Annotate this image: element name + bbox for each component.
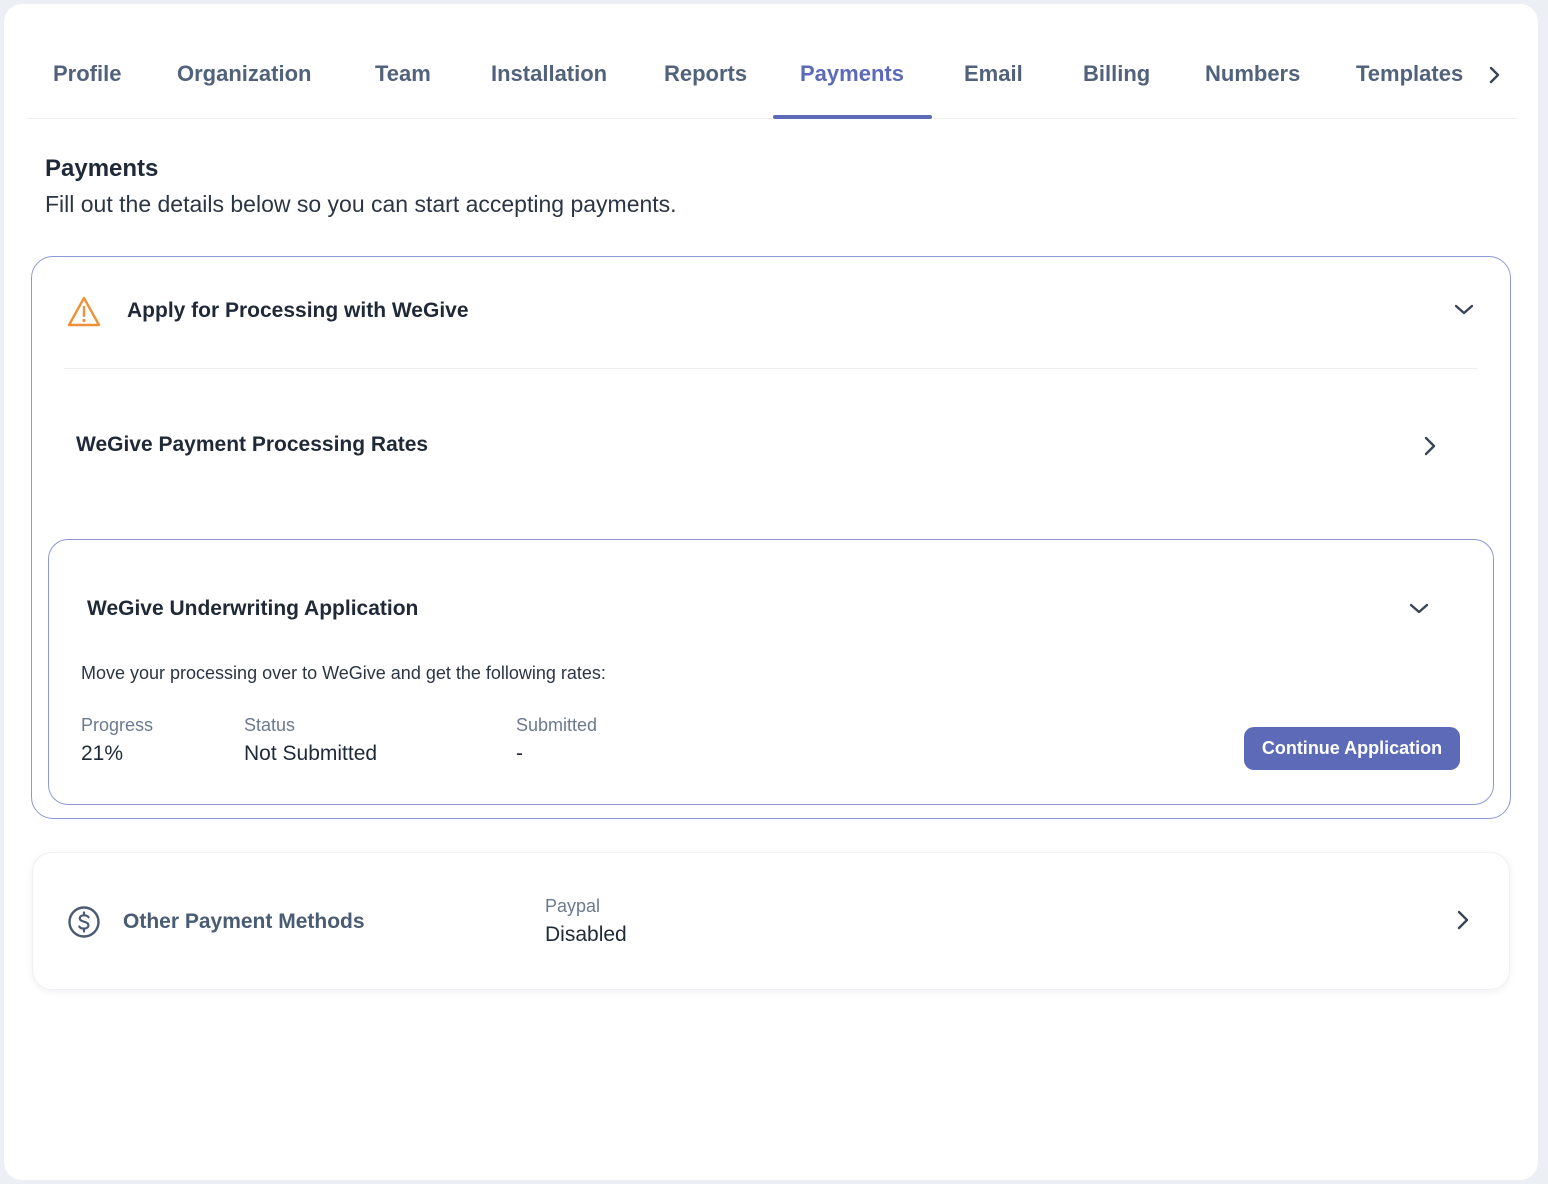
tab-templates-clip: Templates [1356, 42, 1476, 118]
processing-rates-title: WeGive Payment Processing Rates [76, 433, 429, 456]
divider [64, 368, 1478, 369]
continue-application-button[interactable]: Continue Application [1244, 727, 1460, 770]
paypal-status: Disabled [545, 923, 627, 946]
progress-value: 21% [81, 742, 124, 765]
tab-email[interactable]: Email [964, 42, 1023, 118]
underwriting-description: Move your processing over to WeGive and … [81, 663, 606, 683]
page-title: Payments [45, 155, 159, 182]
apply-processing-card: Apply for Processing with WeGive WeGive … [31, 256, 1511, 819]
tab-reports[interactable]: Reports [664, 42, 747, 118]
chevron-right-icon[interactable] [1480, 60, 1510, 90]
chevron-right-icon[interactable] [1422, 434, 1438, 463]
page-subtitle: Fill out the details below so you can st… [45, 191, 677, 217]
chevron-down-icon[interactable] [1407, 600, 1431, 621]
paypal-label: Paypal [545, 896, 601, 916]
warning-icon [66, 295, 102, 334]
other-payment-methods-row[interactable]: Other Payment Methods Paypal Disabled [32, 852, 1510, 990]
tab-profile[interactable]: Profile [53, 42, 121, 118]
tab-installation[interactable]: Installation [491, 42, 607, 118]
processing-rates-row[interactable]: WeGive Payment Processing Rates [32, 407, 1510, 487]
chevron-down-icon[interactable] [1452, 301, 1476, 322]
underwriting-title: WeGive Underwriting Application [87, 597, 419, 620]
status-label: Status [244, 715, 296, 735]
submitted-value: - [516, 742, 523, 765]
apply-processing-title: Apply for Processing with WeGive [127, 299, 469, 322]
tab-templates[interactable]: Templates [1356, 42, 1463, 118]
underwriting-application-card: WeGive Underwriting Application Move you… [48, 539, 1494, 805]
tab-payments[interactable]: Payments [773, 42, 932, 119]
settings-tabs: Profile Organization Team Installation R… [26, 42, 1518, 119]
apply-processing-header[interactable]: Apply for Processing with WeGive [32, 257, 1510, 369]
tab-team[interactable]: Team [375, 42, 431, 118]
tab-billing[interactable]: Billing [1083, 42, 1150, 118]
other-payment-methods-title: Other Payment Methods [123, 910, 365, 933]
dollar-circle-icon [67, 905, 101, 944]
status-value: Not Submitted [244, 742, 378, 765]
chevron-right-icon[interactable] [1455, 908, 1471, 937]
settings-window: Profile Organization Team Installation R… [4, 4, 1538, 1180]
submitted-label: Submitted [516, 715, 598, 735]
tab-organization[interactable]: Organization [177, 42, 311, 118]
tab-numbers[interactable]: Numbers [1205, 42, 1300, 118]
progress-label: Progress [81, 715, 154, 735]
